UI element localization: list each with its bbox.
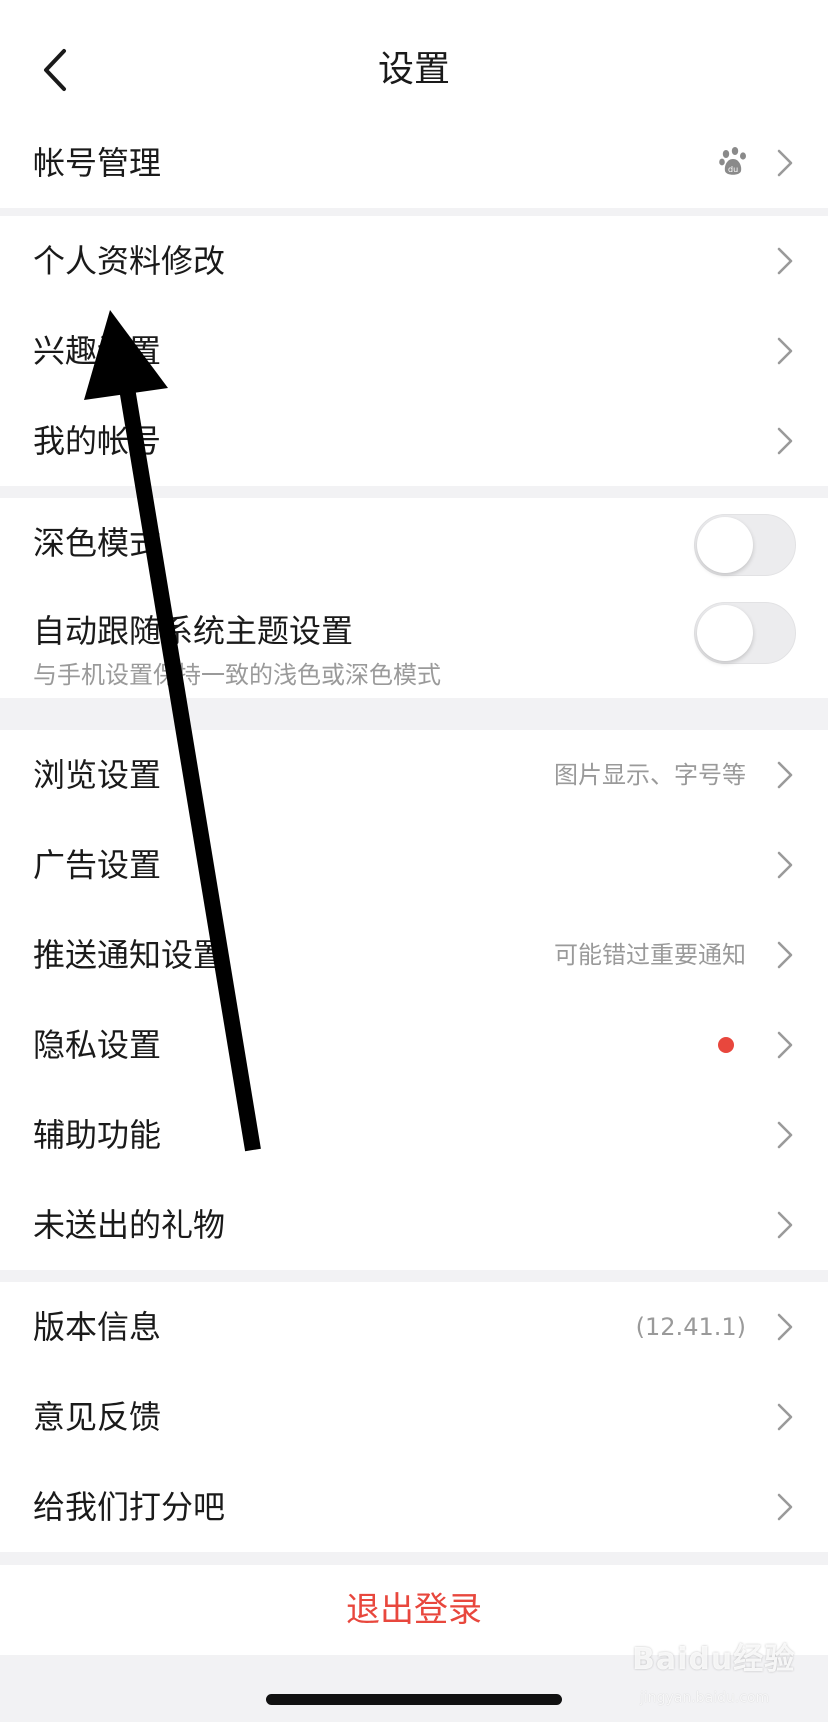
chevron-right-icon — [777, 1493, 793, 1521]
row-label: 兴趣设置 — [33, 332, 162, 370]
row-profile-edit[interactable]: 个人资料修改 — [0, 216, 828, 306]
settings-group-about: 版本信息 (12.41.1) 意见反馈 给我们打分吧 — [0, 1282, 828, 1552]
baidu-watermark: Baidu经验 — [632, 1642, 796, 1677]
row-rate-us[interactable]: 给我们打分吧 — [0, 1462, 828, 1552]
row-unsent-gifts[interactable]: 未送出的礼物 — [0, 1180, 828, 1270]
watermark-url: jingyan.baidu.com — [640, 1690, 770, 1706]
row-label: 浏览设置 — [33, 756, 162, 794]
row-label: 版本信息 — [33, 1308, 162, 1346]
row-label: 深色模式 — [33, 524, 162, 562]
row-label: 帐号管理 — [33, 144, 162, 182]
row-label: 我的帐号 — [33, 422, 162, 460]
row-label: 隐私设置 — [33, 1026, 162, 1064]
row-label: 推送通知设置 — [33, 936, 226, 974]
row-label: 意见反馈 — [33, 1398, 162, 1436]
baidu-paw-icon: du — [719, 147, 746, 175]
row-label: 辅助功能 — [33, 1116, 162, 1154]
row-label: 自动跟随系统主题设置 — [33, 612, 354, 650]
row-follow-system-theme: 自动跟随系统主题设置 与手机设置保持一致的浅色或深色模式 — [0, 588, 828, 698]
row-version-info[interactable]: 版本信息 (12.41.1) — [0, 1282, 828, 1372]
row-browse-settings[interactable]: 浏览设置 图片显示、字号等 — [0, 730, 828, 820]
row-label: 未送出的礼物 — [33, 1206, 226, 1244]
row-label: 广告设置 — [33, 846, 162, 884]
row-account-management[interactable]: 帐号管理 du — [0, 118, 828, 208]
row-interest-settings[interactable]: 兴趣设置 — [0, 306, 828, 396]
page-title: 设置 — [377, 49, 450, 90]
notification-dot — [718, 1037, 734, 1053]
settings-group-theme: 深色模式 自动跟随系统主题设置 与手机设置保持一致的浅色或深色模式 — [0, 498, 828, 698]
version-value: (12.41.1) — [635, 1313, 746, 1341]
chevron-right-icon — [777, 149, 793, 177]
row-ad-settings[interactable]: 广告设置 — [0, 820, 828, 910]
chevron-right-icon — [777, 761, 793, 789]
chevron-right-icon — [777, 1403, 793, 1431]
row-feedback[interactable]: 意见反馈 — [0, 1372, 828, 1462]
row-dark-mode: 深色模式 — [0, 498, 828, 588]
chevron-right-icon — [777, 941, 793, 969]
chevron-right-icon — [777, 337, 793, 365]
row-description: 与手机设置保持一致的浅色或深色模式 — [33, 661, 441, 689]
row-label: 个人资料修改 — [33, 242, 226, 280]
chevron-right-icon — [777, 1211, 793, 1239]
chevron-right-icon — [777, 1121, 793, 1149]
row-label: 给我们打分吧 — [33, 1488, 226, 1526]
row-push-notification-settings[interactable]: 推送通知设置 可能错过重要通知 — [0, 910, 828, 1000]
row-my-account[interactable]: 我的帐号 — [0, 396, 828, 486]
chevron-right-icon — [777, 247, 793, 275]
settings-group-general: 浏览设置 图片显示、字号等 广告设置 推送通知设置 可能错过重要通知 隐私设置 … — [0, 730, 828, 1270]
chevron-right-icon — [777, 427, 793, 455]
row-value: 图片显示、字号等 — [554, 761, 746, 789]
chevron-right-icon — [777, 1313, 793, 1341]
svg-text:du: du — [728, 165, 738, 174]
row-value: 可能错过重要通知 — [554, 941, 746, 969]
row-privacy-settings[interactable]: 隐私设置 — [0, 1000, 828, 1090]
settings-group-account: 帐号管理 du — [0, 118, 828, 208]
settings-group-profile: 个人资料修改 兴趣设置 我的帐号 — [0, 216, 828, 486]
header-bar: 设置 — [0, 0, 828, 118]
chevron-right-icon — [777, 851, 793, 879]
follow-system-theme-toggle[interactable] — [694, 602, 796, 664]
chevron-right-icon — [777, 1031, 793, 1059]
toggle-knob — [697, 517, 753, 573]
row-accessibility[interactable]: 辅助功能 — [0, 1090, 828, 1180]
toggle-knob — [697, 605, 753, 661]
dark-mode-toggle[interactable] — [694, 514, 796, 576]
home-indicator — [266, 1694, 562, 1705]
